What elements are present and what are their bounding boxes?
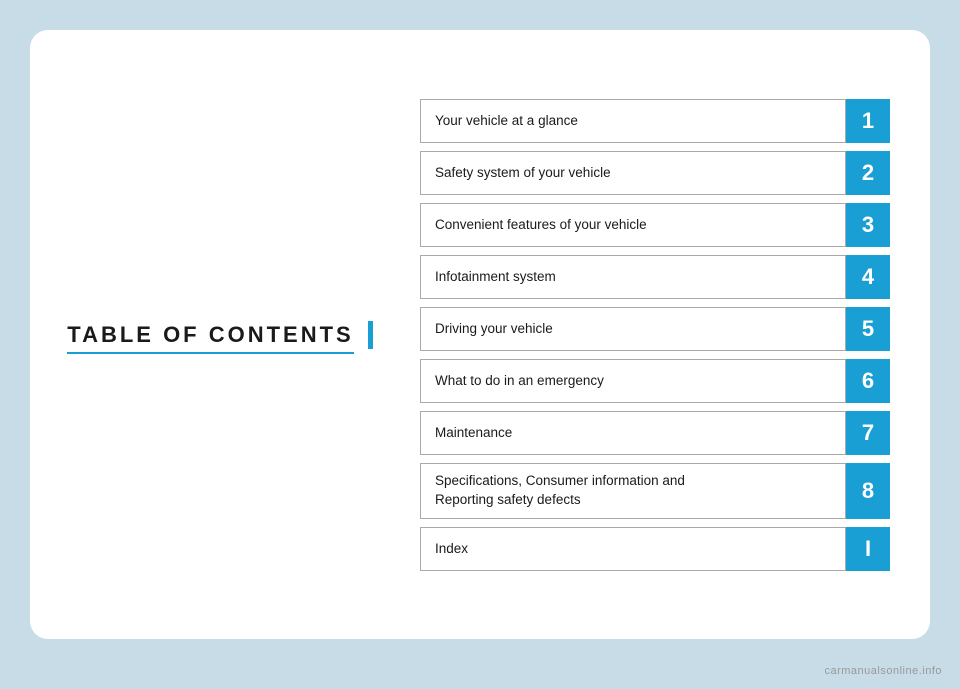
toc-item-number: 1 [846, 99, 890, 143]
table-row[interactable]: Maintenance7 [420, 411, 890, 455]
table-row[interactable]: Convenient features of your vehicle3 [420, 203, 890, 247]
table-row[interactable]: Driving your vehicle5 [420, 307, 890, 351]
toc-item-label: Convenient features of your vehicle [420, 203, 846, 247]
toc-item-number: 6 [846, 359, 890, 403]
toc-item-number: 4 [846, 255, 890, 299]
watermark: carmanualsonline.info [824, 665, 942, 677]
table-row[interactable]: Safety system of your vehicle2 [420, 151, 890, 195]
table-row[interactable]: IndexI [420, 527, 890, 571]
toc-item-label: Safety system of your vehicle [420, 151, 846, 195]
toc-item-label: Maintenance [420, 411, 846, 455]
toc-item-label: Driving your vehicle [420, 307, 846, 351]
table-row[interactable]: Your vehicle at a glance1 [420, 99, 890, 143]
title-underline [67, 352, 353, 354]
left-panel: TABLE OF CONTENTS [30, 30, 410, 639]
title-wrapper: TABLE OF CONTENTS [67, 322, 353, 348]
toc-item-number: 5 [846, 307, 890, 351]
toc-item-label: Your vehicle at a glance [420, 99, 846, 143]
toc-item-label: Infotainment system [420, 255, 846, 299]
table-row[interactable]: Infotainment system4 [420, 255, 890, 299]
toc-item-number: 2 [846, 151, 890, 195]
toc-item-label: Specifications, Consumer information and… [420, 463, 846, 519]
table-row[interactable]: What to do in an emergency6 [420, 359, 890, 403]
toc-item-label: Index [420, 527, 846, 571]
toc-item-number: 8 [846, 463, 890, 519]
main-card: TABLE OF CONTENTS Your vehicle at a glan… [30, 30, 930, 639]
toc-item-number: 3 [846, 203, 890, 247]
toc-list: Your vehicle at a glance1Safety system o… [410, 71, 930, 599]
table-row[interactable]: Specifications, Consumer information and… [420, 463, 890, 519]
table-of-contents-title: TABLE OF CONTENTS [67, 322, 353, 347]
toc-item-number: 7 [846, 411, 890, 455]
toc-item-label: What to do in an emergency [420, 359, 846, 403]
title-accent-bar [368, 321, 373, 349]
title-block: TABLE OF CONTENTS [67, 321, 372, 349]
toc-item-number: I [846, 527, 890, 571]
